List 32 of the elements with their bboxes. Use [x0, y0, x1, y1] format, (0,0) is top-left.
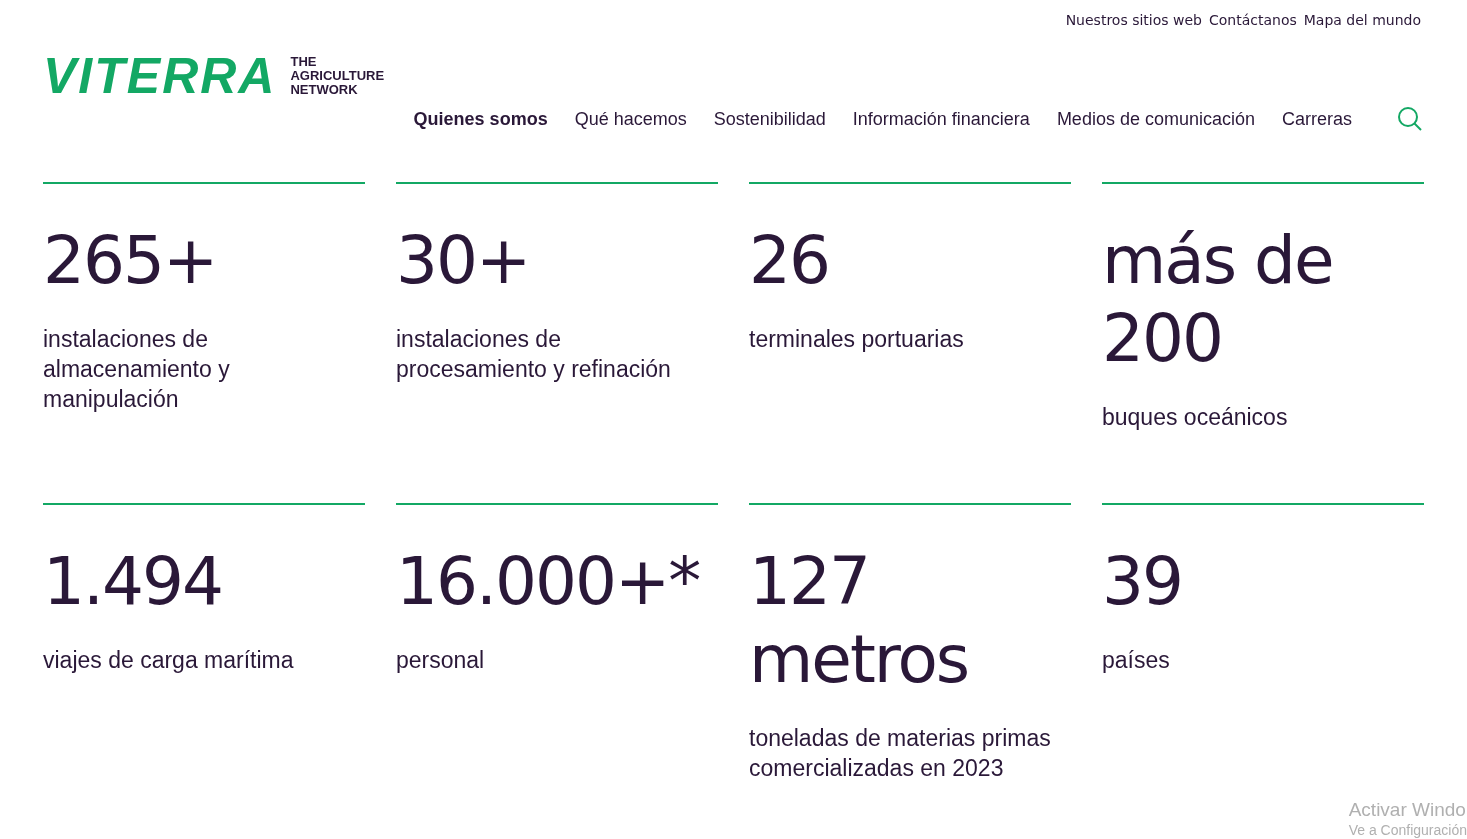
stat-value: 127 metros: [749, 543, 970, 699]
stat-label: instalaciones de almacenamiento y manipulación: [43, 325, 231, 414]
nav-link[interactable]: Información financiera: [852, 108, 1030, 130]
activation-notice: Activar Windo: [1348, 799, 1467, 821]
stat-value: 1.494: [43, 543, 223, 621]
logo-tagline: AGRICULTURE: [290, 69, 385, 83]
utility-link[interactable]: Contáctanos: [1208, 12, 1297, 28]
search-icon: [1397, 106, 1423, 132]
stat-label: terminales portuarias: [749, 325, 965, 354]
stat-value: 16.000+*: [396, 543, 701, 621]
stat-value: más de 200: [1102, 222, 1334, 378]
stat-label: viajes de carga marítima: [43, 646, 295, 675]
utility-link[interactable]: Nuestros sitios web: [1065, 12, 1202, 28]
stat-label: buques oceánicos: [1102, 403, 1289, 432]
stat-value: 30+: [396, 222, 531, 300]
stat-label: países: [1102, 646, 1171, 675]
stat-label: toneladas de materias primas comercializadas en 2023: [749, 724, 1052, 783]
nav-link[interactable]: Quienes somos: [413, 108, 548, 130]
activation-notice: Ve a Configuración: [1348, 821, 1467, 839]
search-button[interactable]: [1397, 106, 1423, 132]
stat-value: 265+: [43, 222, 218, 300]
stat-label: instalaciones de procesamiento y refinación: [396, 325, 672, 384]
nav-link[interactable]: Carreras: [1282, 108, 1352, 130]
nav-link[interactable]: Qué hacemos: [574, 108, 687, 130]
nav-link[interactable]: Medios de comunicación: [1056, 108, 1255, 130]
utility-link[interactable]: Mapa del mundo: [1303, 12, 1421, 28]
stat-value: 26: [749, 222, 830, 300]
nav-link[interactable]: Sostenibilidad: [713, 108, 826, 130]
stat-value: 39: [1102, 543, 1183, 621]
logo-tagline: NETWORK: [290, 83, 359, 97]
logo-tagline: THE: [290, 55, 318, 69]
stat-label: personal: [396, 646, 486, 675]
